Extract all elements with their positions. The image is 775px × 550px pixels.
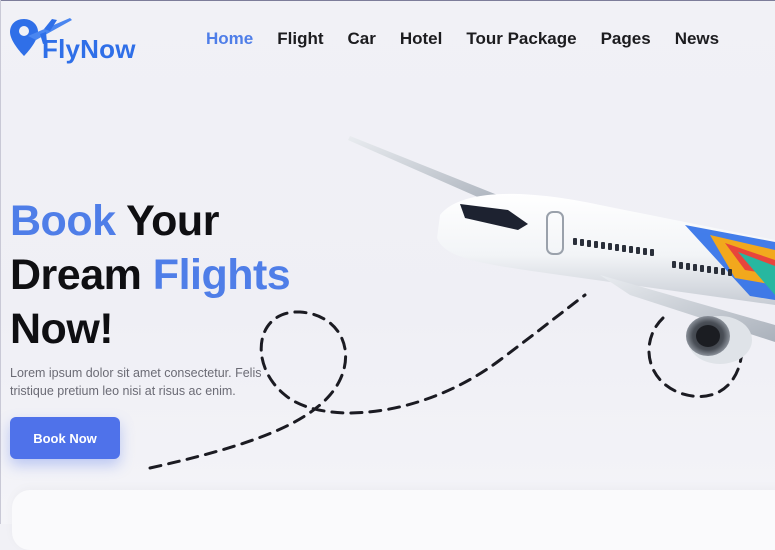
hero-title: Book Your Dream Flights Now!	[10, 194, 340, 356]
airplane-illustration	[348, 136, 775, 364]
nav-flight[interactable]: Flight	[277, 28, 323, 50]
hero-title-dream: Dream	[10, 251, 153, 299]
hero-title-now: Now!	[10, 305, 114, 353]
window-left-border	[0, 0, 1, 524]
brand-name: FlyNow	[42, 34, 136, 64]
book-now-button[interactable]: Book Now	[10, 417, 120, 459]
nav-tour-package[interactable]: Tour Package	[466, 28, 576, 50]
hero-title-your: Your	[115, 197, 219, 245]
nav-hotel[interactable]: Hotel	[400, 28, 443, 50]
brand-logo[interactable]: FlyNow	[10, 14, 150, 66]
main-nav: Home Flight Car Hotel Tour Package Pages…	[206, 28, 719, 50]
search-card	[12, 490, 775, 550]
nav-car[interactable]: Car	[348, 28, 376, 50]
nav-news[interactable]: News	[675, 28, 719, 50]
nav-home[interactable]: Home	[206, 28, 253, 50]
hero-title-book: Book	[10, 197, 116, 245]
hero-description: Lorem ipsum dolor sit amet consectetur. …	[10, 366, 262, 398]
hero-title-flights: Flights	[152, 251, 291, 299]
window-top-border	[0, 0, 775, 1]
nav-pages[interactable]: Pages	[601, 28, 651, 50]
